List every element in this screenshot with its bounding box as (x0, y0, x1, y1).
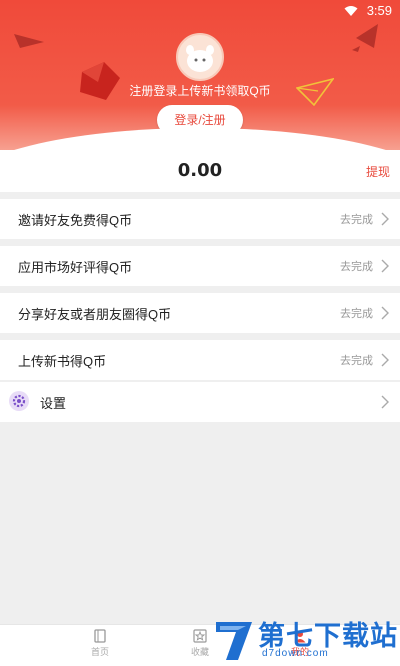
watermark-logo-icon (216, 622, 252, 660)
chevron-right-icon (381, 306, 389, 320)
avatar-face-icon (186, 45, 214, 72)
tab-home[interactable]: 首页 (70, 629, 130, 658)
settings-label: 设置 (40, 396, 67, 411)
chevron-right-icon (381, 212, 389, 226)
wifi-icon (344, 6, 358, 16)
task-label: 上传新书得Q币 (18, 354, 107, 369)
star-icon (193, 629, 207, 643)
watermark: 第七下载站 d7down.com (212, 614, 400, 666)
balance-row: 0.00 提现 (0, 150, 400, 192)
chevron-right-icon (381, 353, 389, 367)
task-label: 邀请好友免费得Q币 (18, 213, 133, 228)
watermark-url: d7down.com (262, 648, 329, 659)
book-icon (94, 629, 106, 643)
chevron-right-icon (381, 395, 389, 409)
task-row-review[interactable]: 应用市场好评得Q币 去完成 (0, 246, 400, 286)
decor-triangle-left (14, 34, 44, 48)
profile-header: 3:59 注册登录上传新书领取Q币 登录/注册 (0, 0, 400, 150)
settings-row[interactable]: 设置 (0, 382, 400, 422)
decor-triangle-right-top (352, 24, 378, 52)
status-time: 3:59 (366, 3, 392, 18)
gear-icon (9, 391, 29, 411)
task-row-upload[interactable]: 上传新书得Q币 去完成 (0, 340, 400, 380)
task-label: 应用市场好评得Q币 (18, 260, 133, 275)
task-row-share[interactable]: 分享好友或者朋友圈得Q币 去完成 (0, 293, 400, 333)
task-row-invite[interactable]: 邀请好友免费得Q币 去完成 (0, 199, 400, 239)
task-status: 去完成 (340, 261, 373, 273)
promo-text: 注册登录上传新书领取Q币 (129, 84, 271, 98)
withdraw-link[interactable]: 提现 (366, 163, 390, 180)
balance-value: 0.00 (177, 160, 223, 181)
header-curve (0, 128, 400, 150)
tab-label: 首页 (90, 647, 109, 657)
task-label: 分享好友或者朋友圈得Q币 (18, 307, 172, 322)
tab-label: 收藏 (190, 647, 209, 657)
task-status: 去完成 (340, 308, 373, 320)
avatar[interactable] (176, 33, 224, 81)
status-bar: 3:59 (0, 0, 400, 22)
task-status: 去完成 (340, 214, 373, 226)
chevron-right-icon (381, 259, 389, 273)
task-status: 去完成 (340, 355, 373, 367)
